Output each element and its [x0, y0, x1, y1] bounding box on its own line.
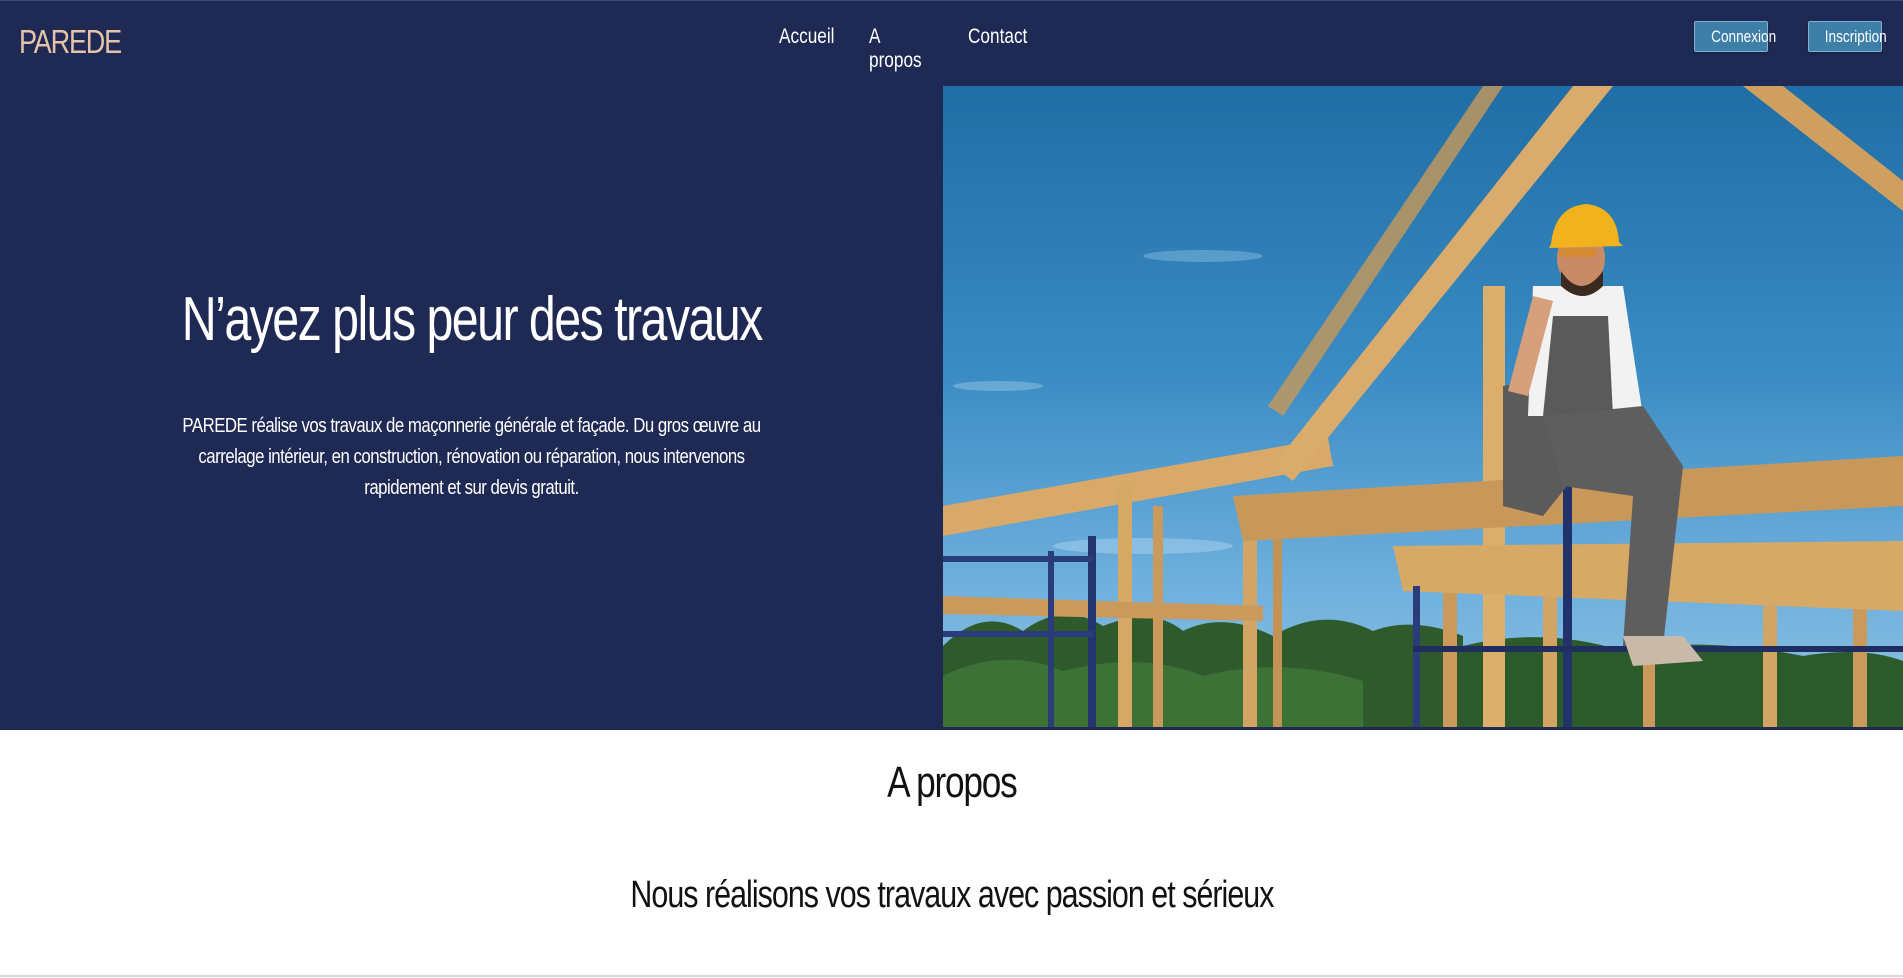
hero-construction-image [943, 86, 1903, 727]
nav-link-accueil[interactable]: Accueil [779, 25, 835, 49]
brand-logo[interactable]: PAREDE [19, 23, 122, 61]
nav-link-a-propos[interactable]: A propos [869, 25, 922, 73]
nav-link-contact[interactable]: Contact [968, 25, 1027, 49]
section-divider [0, 975, 1903, 977]
about-subtitle: Nous réalisons vos travaux avec passion … [0, 874, 1903, 917]
signup-button-label: Inscription [1824, 27, 1887, 46]
hero-section: N’ayez plus peur des travaux PAREDE réal… [0, 86, 1903, 730]
construction-worker-illustration [943, 86, 1903, 727]
about-title-text: A propos [886, 758, 1018, 807]
hero-title-text: N’ayez plus peur des travaux [181, 285, 764, 354]
signup-button[interactable]: Inscription [1808, 21, 1887, 52]
top-navbar: PAREDE Accueil A propos Contact Connexio… [0, 0, 1903, 86]
login-button[interactable]: Connexion [1694, 21, 1776, 52]
hero-description: PAREDE réalise vos travaux de maçonnerie… [110, 411, 833, 504]
about-subtitle-text: Nous réalisons vos travaux avec passion … [629, 874, 1274, 916]
about-title: A propos [0, 758, 1903, 808]
hero-description-text: PAREDE réalise vos travaux de maçonnerie… [182, 415, 761, 499]
hero-text-panel: N’ayez plus peur des travaux PAREDE réal… [0, 86, 943, 730]
hero-title: N’ayez plus peur des travaux [0, 284, 943, 355]
login-button-label: Connexion [1711, 27, 1777, 46]
about-section: A propos Nous réalisons vos travaux avec… [0, 730, 1903, 978]
